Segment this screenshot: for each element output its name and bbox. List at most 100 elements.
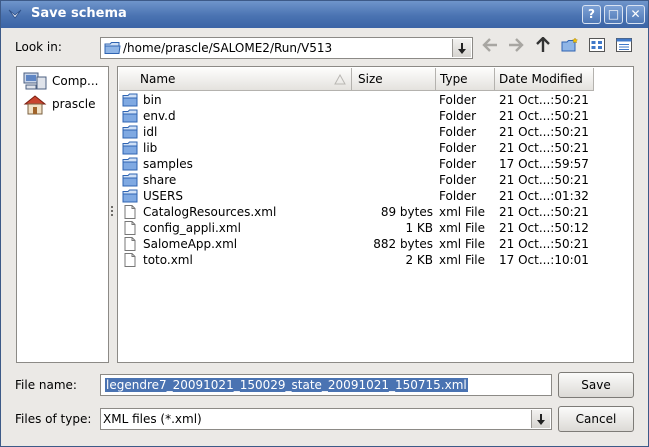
table-row[interactable]: lib Folder 21 Oct...:50:21 bbox=[119, 140, 634, 156]
folder-icon bbox=[104, 42, 121, 54]
table-row[interactable]: SalomeApp.xml 882 bytes xml File 21 Oct...:… bbox=[119, 236, 634, 252]
computer-icon bbox=[23, 72, 47, 90]
file-type-cell: xml File bbox=[439, 237, 486, 251]
file-type-cell: xml File bbox=[439, 221, 486, 235]
file-date-cell: 21 Oct...:50:21 bbox=[499, 93, 589, 107]
file-icon bbox=[124, 221, 136, 235]
file-type-label: Files of type: bbox=[15, 412, 92, 426]
arrow-left-icon bbox=[482, 38, 497, 52]
file-name-cell: idl bbox=[143, 125, 158, 139]
file-type-cell: Folder bbox=[439, 189, 477, 203]
file-icon bbox=[124, 237, 136, 251]
file-name-cell: toto.xml bbox=[143, 253, 193, 267]
back-button[interactable] bbox=[479, 37, 501, 57]
file-name-cell: CatalogResources.xml bbox=[143, 205, 277, 219]
look-in-combo[interactable]: /home/prascle/SALOME2/Run/V513 bbox=[100, 37, 473, 59]
file-type-cell: Folder bbox=[439, 157, 477, 171]
column-header-size[interactable]: Size bbox=[352, 68, 436, 91]
app-icon bbox=[8, 9, 22, 19]
file-type-dropdown-button[interactable] bbox=[531, 410, 550, 428]
folder-icon bbox=[122, 173, 138, 187]
close-button[interactable]: ✕ bbox=[626, 5, 645, 24]
up-folder-button[interactable] bbox=[532, 36, 554, 57]
folder-icon bbox=[122, 125, 138, 139]
new-folder-button[interactable] bbox=[559, 37, 581, 57]
sort-up-icon bbox=[334, 74, 346, 85]
sidebar-item-label: Comp... bbox=[52, 74, 99, 88]
help-button[interactable]: ? bbox=[582, 5, 601, 24]
file-size-cell: 2 KB bbox=[405, 253, 433, 267]
arrow-right-icon bbox=[509, 38, 524, 52]
file-name-label: File name: bbox=[15, 378, 77, 392]
folder-icon bbox=[122, 109, 138, 123]
look-in-label: Look in: bbox=[15, 40, 62, 54]
file-size-cell: 882 bytes bbox=[373, 237, 433, 251]
table-row[interactable]: config_appli.xml 1 KB xml File 21 Oct...:50… bbox=[119, 220, 634, 236]
table-row[interactable]: toto.xml 2 KB xml File 17 Oct...:10:01 bbox=[119, 252, 634, 268]
maximize-button[interactable]: □ bbox=[604, 5, 623, 24]
chevron-down-icon bbox=[537, 414, 545, 425]
table-row[interactable]: idl Folder 21 Oct...:50:21 bbox=[119, 124, 634, 140]
save-button[interactable]: Save bbox=[558, 372, 634, 398]
sidebar-item-label: prascle bbox=[52, 97, 96, 111]
cancel-button[interactable]: Cancel bbox=[558, 406, 634, 432]
window-title: Save schema bbox=[31, 6, 127, 21]
file-type-cell: Folder bbox=[439, 141, 477, 155]
file-date-cell: 21 Oct...:50:21 bbox=[499, 141, 589, 155]
folder-icon bbox=[122, 157, 138, 171]
file-name-cell: share bbox=[143, 173, 177, 187]
file-date-cell: 17 Oct...:10:01 bbox=[499, 253, 589, 267]
table-row[interactable]: share Folder 21 Oct...:50:21 bbox=[119, 172, 634, 188]
file-date-cell: 21 Oct...:50:12 bbox=[499, 221, 589, 235]
folder-icon bbox=[122, 189, 138, 203]
file-name-value: legendre7_20091021_150029_state_20091021… bbox=[105, 378, 468, 392]
file-type-cell: Folder bbox=[439, 173, 477, 187]
table-row[interactable]: CatalogResources.xml 89 bytes xml File 21 O… bbox=[119, 204, 634, 220]
file-date-cell: 21 Oct...:50:21 bbox=[499, 125, 589, 139]
forward-button[interactable] bbox=[505, 37, 527, 57]
file-type-cell: Folder bbox=[439, 109, 477, 123]
sidebar-item-home[interactable]: prascle bbox=[23, 94, 108, 115]
table-row[interactable]: env.d Folder 21 Oct...:50:21 bbox=[119, 108, 634, 124]
file-type-cell: Folder bbox=[439, 125, 477, 139]
file-date-cell: 21 Oct...:50:21 bbox=[499, 237, 589, 251]
folder-icon bbox=[122, 93, 138, 107]
table-row[interactable]: USERS Folder 21 Oct...:01:32 bbox=[119, 188, 634, 204]
table-row[interactable]: samples Folder 17 Oct...:59:57 bbox=[119, 156, 634, 172]
title-bar[interactable]: Save schema ? □ ✕ bbox=[1, 1, 648, 28]
home-icon bbox=[23, 95, 47, 115]
file-date-cell: 21 Oct...:50:21 bbox=[499, 109, 589, 123]
file-date-cell: 17 Oct...:59:57 bbox=[499, 157, 589, 171]
file-size-cell: 1 KB bbox=[405, 221, 433, 235]
table-row[interactable]: bin Folder 21 Oct...:50:21 bbox=[119, 92, 634, 108]
column-header-type[interactable]: Type bbox=[436, 68, 495, 91]
folder-icon bbox=[122, 141, 138, 155]
list-view-icon bbox=[589, 38, 605, 52]
sidebar-item-computer[interactable]: Comp... bbox=[23, 71, 108, 91]
file-type-cell: xml File bbox=[439, 205, 486, 219]
arrow-up-icon bbox=[536, 36, 550, 52]
column-header-name[interactable]: Name bbox=[119, 68, 352, 91]
new-folder-icon bbox=[561, 37, 579, 52]
list-view-button[interactable] bbox=[586, 37, 608, 57]
file-icon bbox=[124, 253, 136, 267]
file-name-cell: SalomeApp.xml bbox=[143, 237, 238, 251]
file-date-cell: 21 Oct...:01:32 bbox=[499, 189, 589, 203]
file-type-combo[interactable]: XML files (*.xml) bbox=[100, 408, 552, 430]
file-name-cell: lib bbox=[143, 141, 158, 155]
look-in-path: /home/prascle/SALOME2/Run/V513 bbox=[123, 41, 333, 55]
column-header-date[interactable]: Date Modified bbox=[495, 68, 594, 91]
file-icon bbox=[124, 205, 136, 219]
file-size-cell: 89 bytes bbox=[380, 205, 433, 219]
detail-view-icon bbox=[616, 38, 632, 52]
splitter-handle[interactable] bbox=[111, 206, 114, 220]
file-date-cell: 21 Oct...:50:21 bbox=[499, 205, 589, 219]
detail-view-button[interactable] bbox=[613, 37, 635, 57]
file-name-input[interactable]: legendre7_20091021_150029_state_20091021… bbox=[100, 374, 552, 396]
places-sidebar: Comp... prascle bbox=[16, 66, 109, 363]
file-name-cell: bin bbox=[143, 93, 162, 107]
file-date-cell: 21 Oct...:50:21 bbox=[499, 173, 589, 187]
file-type-cell: xml File bbox=[439, 253, 486, 267]
chevron-down-icon bbox=[458, 43, 466, 54]
look-in-dropdown-button[interactable] bbox=[452, 39, 471, 57]
